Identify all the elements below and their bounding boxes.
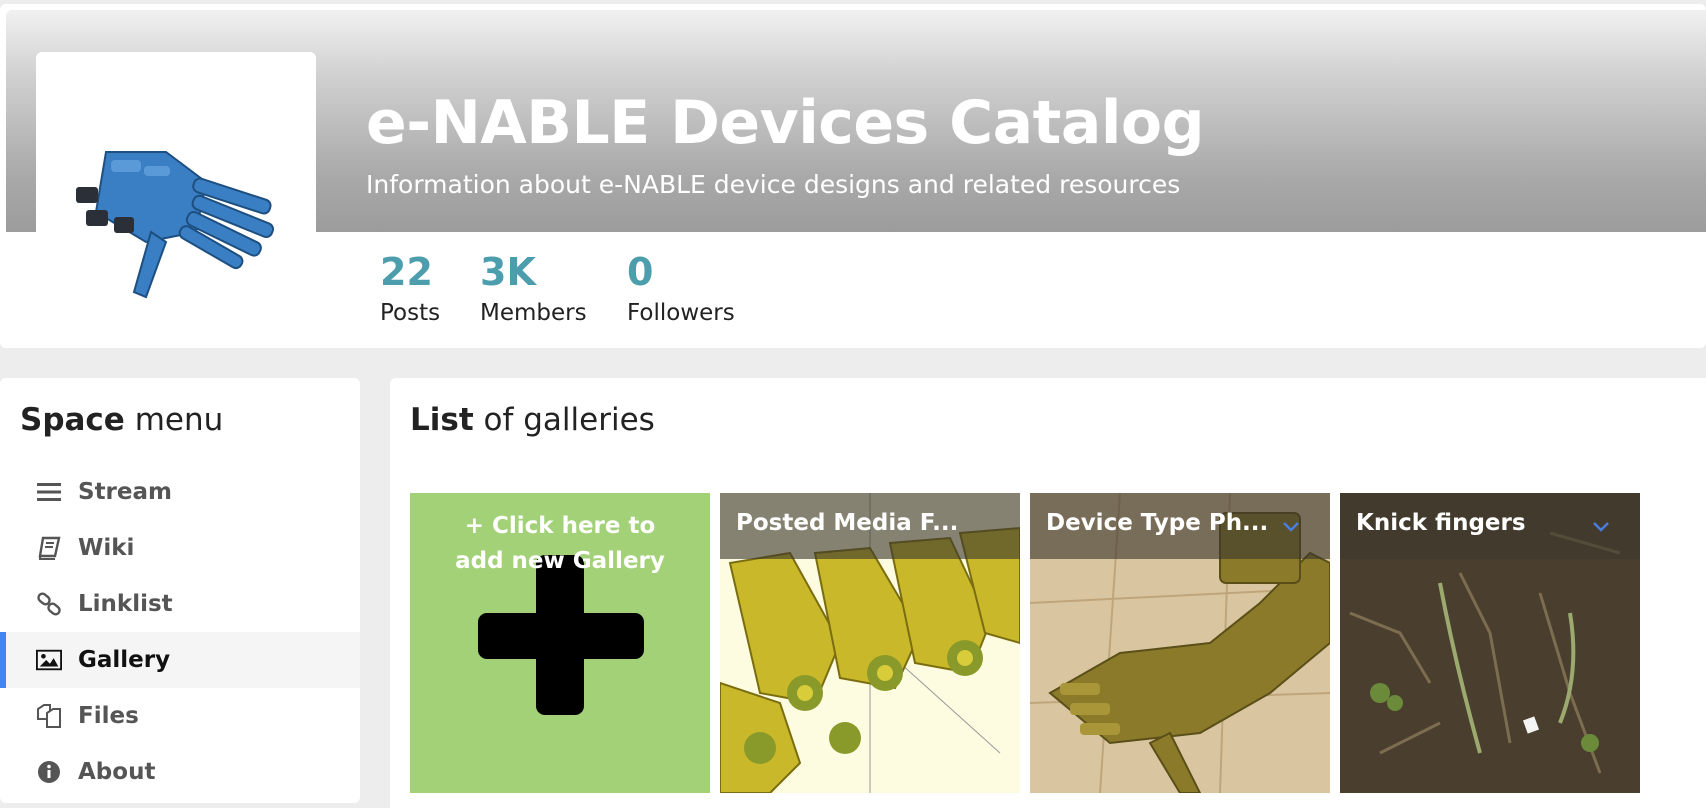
gallery-caption: Device Type Ph... <box>1030 493 1330 559</box>
space-logo[interactable] <box>36 52 316 332</box>
add-gallery-button[interactable]: + Click here to add new Gallery <box>410 493 710 793</box>
sidebar-item-wiki[interactable]: Wiki <box>0 520 360 576</box>
gallery-title[interactable]: Knick fingers <box>1356 510 1526 536</box>
sidebar-item-about[interactable]: About <box>0 744 360 800</box>
gallery-tile[interactable]: Posted Media F... <box>720 493 1020 793</box>
space-header: e-NABLE Devices Catalog Information abou… <box>0 4 1706 348</box>
stat-followers[interactable]: 0 Followers <box>627 250 735 328</box>
space-menu: Stream Wiki Linklist Gallery Files About <box>0 464 360 800</box>
sidebar-item-label: Gallery <box>78 647 171 673</box>
chevron-down-icon[interactable] <box>1282 521 1300 532</box>
hand-logo-image <box>76 151 274 299</box>
gallery-title[interactable]: Posted Media F... <box>736 510 958 536</box>
stat-members[interactable]: 3K Members <box>480 250 587 328</box>
list-icon <box>36 479 62 505</box>
add-gallery-label-line1: + Click here to <box>464 513 656 539</box>
add-gallery-label: + Click here to add new Gallery <box>410 509 710 579</box>
stat-posts-value: 22 <box>380 250 433 294</box>
stat-members-label: Members <box>480 300 587 326</box>
book-icon <box>36 535 62 561</box>
gallery-caption: Posted Media F... <box>720 493 1020 559</box>
stat-members-value: 3K <box>480 250 536 294</box>
gallery-list-heading: List of galleries <box>410 402 655 438</box>
sidebar-item-gallery[interactable]: Gallery <box>0 632 360 688</box>
gallery-list-panel: List of galleries + Click here to add ne… <box>390 378 1706 808</box>
info-icon <box>36 759 62 785</box>
stat-followers-label: Followers <box>627 300 735 326</box>
gallery-caption: Knick fingers <box>1340 493 1640 559</box>
space-menu-heading: Space menu <box>20 402 223 438</box>
stat-posts[interactable]: 22 Posts <box>380 250 440 328</box>
space-description: Information about e-NABLE device designs… <box>366 170 1181 199</box>
space-menu-panel: Space menu Stream Wiki Linklist Gallery <box>0 378 360 803</box>
gallery-list-heading-bold: List <box>410 402 474 438</box>
gallery-tile[interactable]: Knick fingers <box>1340 493 1640 793</box>
gallery-list-heading-rest: of galleries <box>473 402 655 438</box>
sidebar-item-linklist[interactable]: Linklist <box>0 576 360 632</box>
sidebar-item-label: Linklist <box>78 591 173 617</box>
sidebar-item-label: Stream <box>78 479 172 505</box>
chevron-down-icon[interactable] <box>1592 521 1610 532</box>
sidebar-item-label: Files <box>78 703 139 729</box>
stat-followers-value: 0 <box>627 250 654 294</box>
stat-posts-label: Posts <box>380 300 441 326</box>
gallery-title[interactable]: Device Type Ph... <box>1046 510 1268 536</box>
add-gallery-label-line2: add new Gallery <box>455 548 665 574</box>
sidebar-item-label: Wiki <box>78 535 135 561</box>
sidebar-item-files[interactable]: Files <box>0 688 360 744</box>
gallery-tile[interactable]: Device Type Ph... <box>1030 493 1330 793</box>
space-title[interactable]: e-NABLE Devices Catalog <box>366 88 1205 158</box>
sidebar-item-stream[interactable]: Stream <box>0 464 360 520</box>
space-menu-heading-rest: menu <box>124 402 224 438</box>
sidebar-item-label: About <box>78 759 156 785</box>
link-icon <box>36 591 62 617</box>
space-menu-heading-bold: Space <box>20 402 125 438</box>
files-icon <box>36 703 62 729</box>
image-icon <box>36 647 62 673</box>
